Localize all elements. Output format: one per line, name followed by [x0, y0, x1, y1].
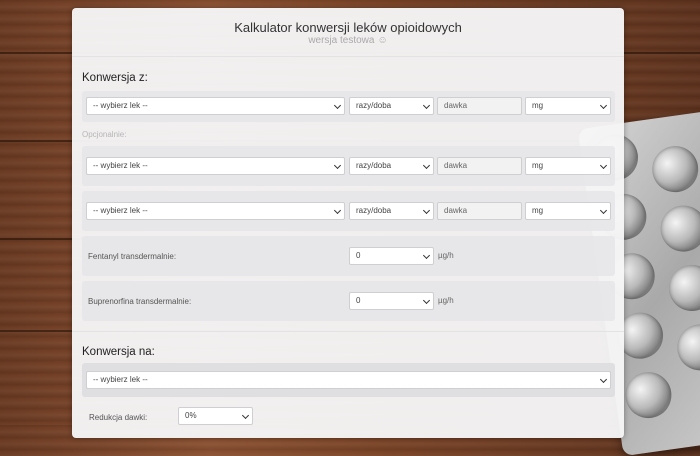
- chevron-down-icon: [422, 101, 431, 110]
- calculator-card: Kalkulator konwersji leków opioidowych w…: [72, 8, 624, 438]
- target-drug-select[interactable]: -- wybierz lek --: [86, 371, 611, 389]
- dose-input[interactable]: dawka: [437, 157, 522, 175]
- frequency-select[interactable]: razy/doba: [349, 97, 434, 115]
- frequency-select[interactable]: razy/doba: [349, 202, 434, 220]
- chevron-down-icon: [333, 161, 342, 170]
- reduction-select[interactable]: 0%: [178, 407, 253, 425]
- optional-label: Opcjonalnie:: [82, 130, 127, 139]
- unit-select[interactable]: mg: [525, 157, 611, 175]
- optional-row: -- wybierz lek -- razy/doba dawka mg: [82, 146, 615, 186]
- chevron-down-icon: [599, 161, 608, 170]
- dose-input[interactable]: dawka: [437, 97, 522, 115]
- from-main-row: -- wybierz lek -- razy/doba dawka mg: [82, 91, 615, 122]
- fentanyl-dose-select[interactable]: 0: [349, 247, 434, 265]
- buprenorfina-row: Buprenorfina transdermalnie: 0 µg/h: [82, 281, 615, 321]
- chevron-down-icon: [422, 161, 431, 170]
- page-subtitle: wersja testowa ☺: [308, 35, 388, 46]
- to-section-title: Konwersja na:: [82, 346, 155, 358]
- fentanyl-unit: µg/h: [438, 251, 454, 260]
- from-section-title: Konwersja z:: [82, 72, 148, 84]
- optional-row: -- wybierz lek -- razy/doba dawka mg: [82, 191, 615, 231]
- unit-select[interactable]: mg: [525, 97, 611, 115]
- chevron-down-icon: [333, 206, 342, 215]
- chevron-down-icon: [333, 101, 342, 110]
- chevron-down-icon: [599, 101, 608, 110]
- drug-select[interactable]: -- wybierz lek --: [86, 97, 345, 115]
- chevron-down-icon: [422, 296, 431, 305]
- chevron-down-icon: [241, 411, 250, 420]
- to-row: -- wybierz lek --: [82, 363, 615, 397]
- page-title: Kalkulator konwersji leków opioidowych: [234, 20, 462, 35]
- fentanyl-row: Fentanyl transdermalnie: 0 µg/h: [82, 236, 615, 276]
- divider: [72, 56, 624, 57]
- chevron-down-icon: [422, 206, 431, 215]
- buprenorfina-dose-select[interactable]: 0: [349, 292, 434, 310]
- dose-input[interactable]: dawka: [437, 202, 522, 220]
- unit-select[interactable]: mg: [525, 202, 611, 220]
- drug-select[interactable]: -- wybierz lek --: [86, 157, 345, 175]
- chevron-down-icon: [599, 375, 608, 384]
- smile-emoji-icon: ☺: [377, 35, 388, 46]
- reduction-label: Redukcja dawki:: [89, 413, 148, 422]
- chevron-down-icon: [599, 206, 608, 215]
- buprenorfina-label: Buprenorfina transdermalnie:: [88, 297, 192, 306]
- fentanyl-label: Fentanyl transdermalnie:: [88, 252, 177, 261]
- frequency-select[interactable]: razy/doba: [349, 157, 434, 175]
- chevron-down-icon: [422, 251, 431, 260]
- buprenorfina-unit: µg/h: [438, 296, 454, 305]
- divider: [72, 331, 624, 332]
- drug-select[interactable]: -- wybierz lek --: [86, 202, 345, 220]
